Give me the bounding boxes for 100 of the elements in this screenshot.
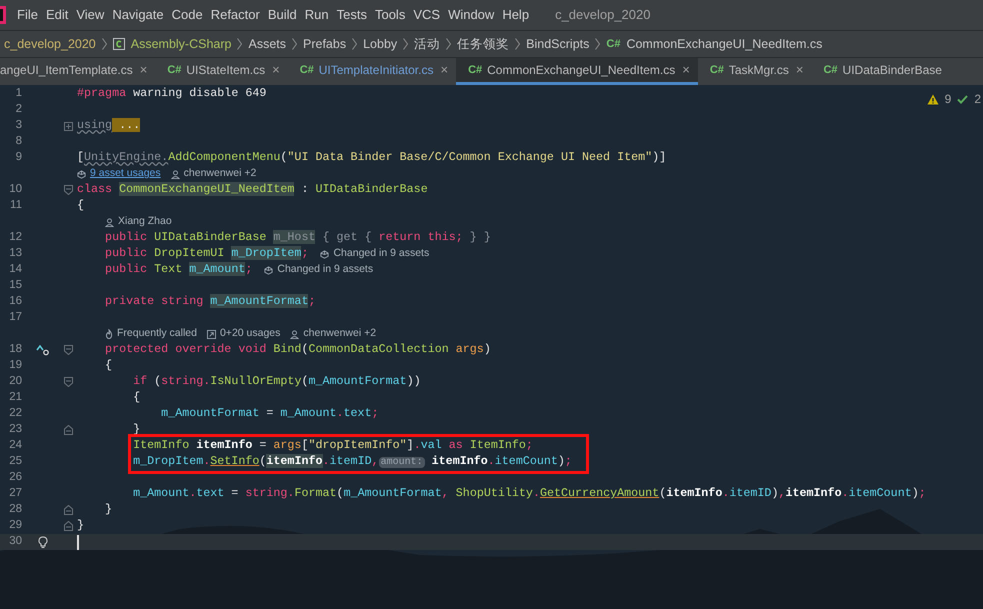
menu-item[interactable]: Code: [168, 5, 207, 25]
line-number: 13: [8, 246, 22, 262]
person-icon: [290, 330, 300, 338]
chevron-icon: [352, 38, 358, 50]
csharp-file-icon: C#: [300, 62, 314, 78]
breadcrumb-item[interactable]: 活动: [414, 34, 440, 54]
breadcrumb-item[interactable]: Assembly-CSharp: [130, 34, 232, 54]
breadcrumb-item[interactable]: Assets: [248, 34, 286, 54]
editor-tab[interactable]: C# UIDataBinderBase: [811, 58, 942, 85]
warning-icon[interactable]: [926, 94, 939, 104]
code-vision-hint: Changed in 9 assets: [333, 246, 430, 262]
cube-icon: [77, 170, 86, 178]
csharp-file-icon: C#: [167, 62, 182, 78]
arrow-box-icon: [206, 330, 216, 338]
close-icon[interactable]: ×: [796, 60, 804, 80]
line-number: 2: [14, 102, 22, 118]
breadcrumb-item[interactable]: Lobby: [363, 34, 398, 54]
person-icon: [170, 170, 180, 178]
override-marker-icon[interactable]: [36, 344, 50, 356]
fold-end-icon[interactable]: [64, 521, 73, 531]
person-icon: [105, 218, 114, 226]
asset-usages-link[interactable]: 9 asset usages: [90, 166, 161, 182]
csharp-file-icon: C#: [710, 62, 724, 78]
code-vision-hint: 0+20 usages: [220, 326, 280, 342]
fold-collapse-icon[interactable]: [64, 185, 73, 195]
breadcrumb-item[interactable]: BindScripts: [526, 34, 590, 54]
close-icon[interactable]: ×: [682, 60, 690, 80]
fold-collapse-icon[interactable]: [64, 377, 73, 387]
menu-item[interactable]: Tools: [370, 5, 410, 25]
text-caret: [77, 534, 79, 550]
chevron-icon: [515, 38, 520, 50]
line-number: 30: [8, 534, 22, 550]
line-number: 23: [8, 422, 22, 438]
tab-label: UITemplateInitiator.cs: [318, 62, 434, 79]
flame-icon: [105, 329, 113, 339]
close-icon[interactable]: ×: [440, 60, 448, 80]
window-title: c_develop_2020: [555, 6, 650, 24]
menu-item[interactable]: Navigate: [108, 5, 168, 25]
line-number: 29: [8, 518, 22, 534]
line-number: 25: [8, 454, 22, 470]
tab-label: TaskMgr.cs: [728, 62, 789, 79]
menu-item[interactable]: File: [13, 5, 42, 25]
code-vision-hint: Frequently called: [117, 326, 197, 342]
breadcrumb-item[interactable]: Prefabs: [303, 34, 346, 54]
code-line: m_DropItem.SetInfo(itemInfo.itemID, amount: itemInfo.itemCount);: [132, 453, 572, 470]
line-number: 18: [8, 342, 22, 358]
close-icon[interactable]: ×: [272, 60, 280, 80]
assembly-icon: [112, 38, 125, 50]
editor-tab[interactable]: C# TaskMgr.cs ×: [698, 58, 812, 85]
line-number: 3: [14, 118, 22, 134]
menu-item[interactable]: View: [72, 5, 108, 25]
cube-icon: [320, 250, 330, 258]
breadcrumb-item[interactable]: c_develop_2020: [4, 34, 96, 54]
editor-tab[interactable]: C# UITemplateInitiator.cs ×: [288, 58, 456, 85]
warning-count: 9: [944, 91, 952, 108]
menu-item[interactable]: Build: [264, 5, 301, 25]
menu-item[interactable]: Run: [300, 5, 333, 25]
chevron-icon: [446, 38, 452, 50]
line-number: 22: [8, 406, 22, 422]
fold-collapse-icon[interactable]: [64, 345, 73, 355]
menu-item[interactable]: Refactor: [206, 5, 264, 25]
line-number: 11: [9, 198, 22, 214]
menu-item[interactable]: Tests: [332, 5, 371, 25]
lightbulb-icon[interactable]: [38, 536, 48, 548]
editor-tab[interactable]: C# CommonExchangeUI_NeedItem.cs ×: [456, 58, 698, 85]
csharp-file-icon: C#: [606, 36, 620, 52]
editor-tab[interactable]: C# UIStateItem.cs ×: [155, 58, 288, 85]
chevron-icon: [237, 38, 242, 50]
line-number: 28: [8, 502, 22, 518]
line-number: 26: [8, 470, 22, 486]
csharp-file-icon: C#: [468, 62, 482, 78]
line-number: 20: [8, 374, 22, 390]
app-logo-icon: [0, 6, 6, 24]
code-vision-hint: chenwenwei +2: [184, 166, 256, 182]
code-vision-hint: Xiang Zhao: [118, 214, 172, 230]
fold-end-icon[interactable]: [64, 505, 73, 515]
line-number: 21: [8, 390, 22, 406]
editor-tab[interactable]: angeUI_ItemTemplate.cs ×: [0, 58, 156, 85]
code-line: m_Amount.text = string.Format(m_AmountFormat, ShopUtility.GetCurrencyAmount(itemInfo.itemID),itemInfo.itemCount);: [132, 485, 926, 502]
fold-end-icon[interactable]: [64, 425, 73, 435]
line-number: 12: [8, 230, 22, 246]
code-line: ItemInfo itemInfo = args["dropItemInfo"].val as ItemInfo;: [132, 437, 533, 454]
ok-count: 2: [974, 91, 981, 108]
fold-expand-icon[interactable]: [64, 122, 73, 130]
menu-item[interactable]: Help: [498, 5, 534, 25]
code-line: private string m_AmountFormat;: [104, 293, 316, 310]
menu-item[interactable]: Window: [444, 5, 498, 25]
check-icon[interactable]: [957, 94, 968, 104]
code-line: public Text m_Amount;: [104, 261, 252, 278]
code-line: {: [77, 197, 84, 214]
code-line: }: [104, 501, 112, 518]
menu-item[interactable]: Edit: [42, 5, 72, 25]
line-number: 24: [8, 438, 22, 454]
close-icon[interactable]: ×: [140, 60, 148, 80]
breadcrumb-item[interactable]: 任务领奖: [457, 34, 510, 54]
menu-item[interactable]: VCS: [409, 5, 444, 25]
code-line: public UIDataBinderBase m_Host { get { return this; } }: [104, 229, 491, 246]
code-line: }: [77, 517, 84, 534]
code-line: #pragma warning disable 649: [77, 85, 266, 102]
breadcrumb-item[interactable]: CommonExchangeUI_NeedItem.cs: [626, 34, 822, 54]
